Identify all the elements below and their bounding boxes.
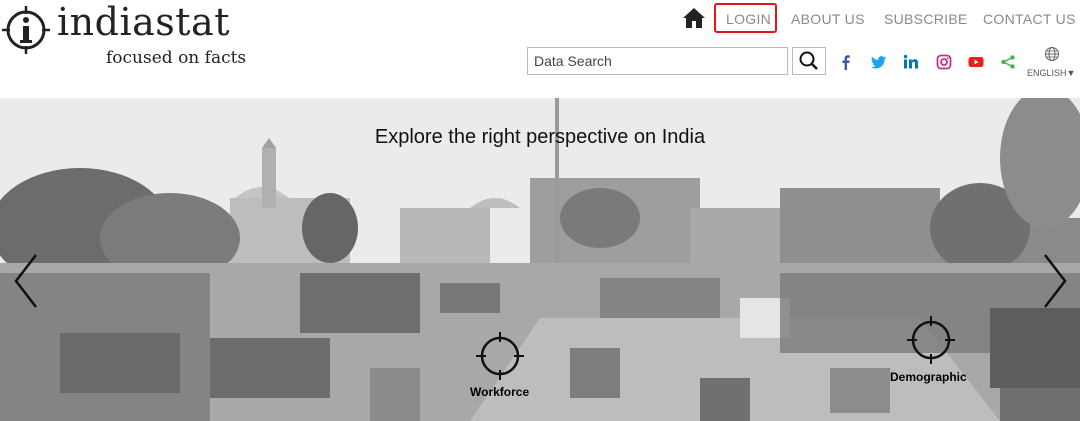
linkedin-icon[interactable] xyxy=(903,54,919,70)
nav-login-link[interactable]: LOGIN xyxy=(726,11,771,27)
data-search-input[interactable] xyxy=(527,47,788,75)
nav-contact-link[interactable]: CONTACT US xyxy=(983,11,1076,27)
language-label: ENGLISH▼ xyxy=(1027,68,1076,78)
demographic-crosshair-icon xyxy=(907,316,955,364)
search-button[interactable] xyxy=(792,47,826,75)
home-icon[interactable] xyxy=(682,7,706,29)
youtube-icon[interactable] xyxy=(968,54,984,70)
workforce-label: Workforce xyxy=(470,385,530,399)
twitter-icon[interactable] xyxy=(871,54,887,70)
nav-about-link[interactable]: ABOUT US xyxy=(791,11,865,27)
demographic-label: Demographic xyxy=(890,370,967,384)
hero-banner: Explore the right perspective on India W… xyxy=(0,98,1080,421)
share-icon[interactable] xyxy=(1000,54,1016,70)
logo-crosshair-icon xyxy=(2,6,50,54)
hero-title: Explore the right perspective on India xyxy=(374,126,706,148)
nav-subscribe-link[interactable]: SUBSCRIBE xyxy=(884,11,968,27)
instagram-icon[interactable] xyxy=(936,54,952,70)
globe-icon xyxy=(1045,47,1059,61)
site-header: indiastat focused on facts LOGIN ABOUT U… xyxy=(0,0,1080,98)
carousel-prev-arrow-icon[interactable] xyxy=(12,251,40,311)
brand-name: indiastat xyxy=(57,0,230,44)
search-icon xyxy=(799,51,818,70)
site-logo[interactable]: indiastat focused on facts xyxy=(0,0,260,72)
carousel-next-arrow-icon[interactable] xyxy=(1041,251,1069,311)
brand-tagline: focused on facts xyxy=(106,48,247,68)
facebook-icon[interactable] xyxy=(838,54,854,70)
language-selector[interactable]: ENGLISH▼ xyxy=(1026,46,1080,80)
workforce-crosshair-icon xyxy=(476,332,524,380)
